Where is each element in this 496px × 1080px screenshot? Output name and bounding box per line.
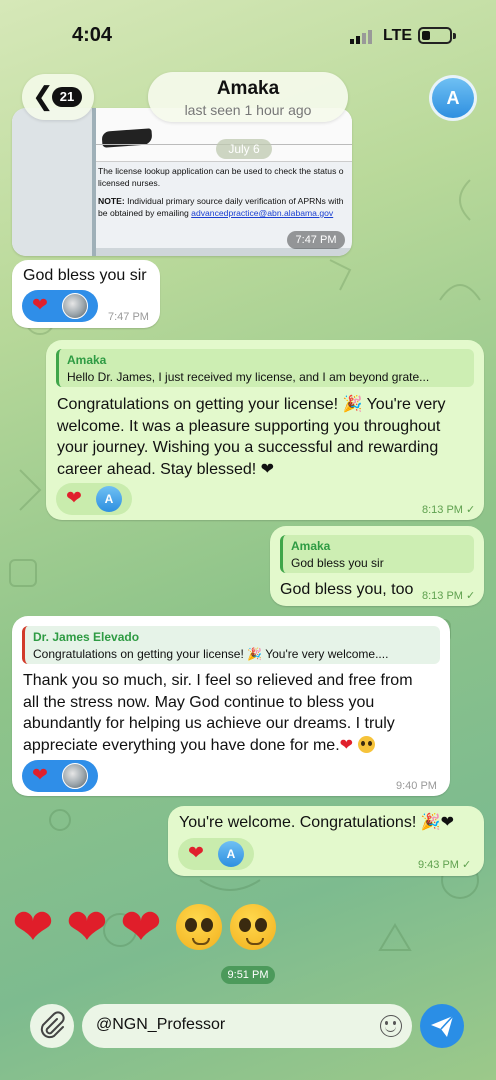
image-note-text2: be obtained by emailing <box>98 208 192 218</box>
date-chip: July 6 <box>216 139 272 159</box>
last-seen-status: last seen 1 hour ago <box>184 102 312 118</box>
reply-author: Amaka <box>291 539 331 553</box>
read-checkmark-icon: ✓ <box>461 859 472 871</box>
image-note-text: Individual primary source daily verifica… <box>124 196 344 206</box>
reply-snippet: God bless you sir <box>291 556 384 570</box>
attach-button[interactable] <box>30 1004 74 1048</box>
pleading-face-emoji <box>357 735 375 753</box>
back-button[interactable]: ❮ 21 <box>22 74 94 120</box>
battery-icon <box>418 27 452 44</box>
message-time: 8:13 PM ✓ <box>422 589 475 602</box>
battery-tip <box>453 33 456 39</box>
time-label: 8:13 PM <box>422 590 463 602</box>
network-type: LTE <box>383 27 413 44</box>
message-time: 9:40 PM <box>396 780 437 792</box>
image-scrollbar <box>96 248 352 256</box>
image-timestamp: 7:47 PM <box>287 231 345 249</box>
image-note-label: NOTE: <box>98 196 125 206</box>
message-line: Congratulations on getting your license!… <box>57 396 446 413</box>
reply-author: Dr. James Elevado <box>33 630 140 644</box>
unread-count-badge: 21 <box>52 87 82 107</box>
heart-emoji: ❤ <box>339 736 354 754</box>
message-line: all the stress now. May God continue to … <box>23 693 375 711</box>
outgoing-message[interactable]: Amaka God bless you sir God bless you, t… <box>270 526 484 606</box>
reactor-avatar <box>62 293 88 319</box>
sticker-icon[interactable] <box>380 1015 402 1037</box>
message-text: God bless you sir <box>23 267 147 284</box>
pleading-face-emoji <box>230 904 276 950</box>
reply-snippet: Hello Dr. James, I just received my lice… <box>67 370 430 384</box>
reply-snippet: Congratulations on getting your license!… <box>33 647 389 661</box>
incoming-message[interactable]: God bless you sir ❤ 7:47 PM <box>12 260 160 328</box>
heart-emoji: ❤ <box>120 899 162 955</box>
outgoing-message[interactable]: Amaka Hello Dr. James, I just received m… <box>46 340 484 520</box>
message-time: 8:13 PM ✓ <box>422 503 475 516</box>
clock: 4:04 <box>72 24 113 46</box>
time-label: 8:13 PM <box>422 504 463 516</box>
reactor-avatar: A <box>96 486 122 512</box>
send-button[interactable] <box>420 1004 464 1048</box>
cell-signal-icon <box>350 30 372 44</box>
message-line: welcome. It was a pleasure supporting yo… <box>57 417 441 435</box>
reaction-chip[interactable]: ❤ <box>22 290 98 322</box>
image-email-link: advancedpractice@abn.alabama.gov <box>191 208 334 218</box>
reactor-avatar: A <box>218 841 244 867</box>
message-input[interactable]: @NGN_Professor <box>82 1004 412 1048</box>
reaction-chip[interactable]: ❤ A <box>56 483 132 515</box>
message-text: You're welcome. Congratulations! 🎉❤ <box>179 814 455 831</box>
message-text: God bless you, too <box>280 581 414 598</box>
message-line: appreciate everything you have done for … <box>23 735 375 757</box>
image-text-line: licensed nurses. <box>98 178 161 188</box>
message-line-text: appreciate everything you have done for … <box>23 736 340 754</box>
message-line: abundantly for helping us achieve our dr… <box>23 715 395 732</box>
time-label: 9:43 PM <box>418 859 459 871</box>
image-note-line: NOTE: Individual primary source daily ve… <box>98 196 348 207</box>
send-icon <box>431 1015 454 1037</box>
incoming-message[interactable]: Dr. James Elevado Congratulations on get… <box>12 616 450 796</box>
pleading-face-emoji <box>176 904 222 950</box>
reply-quote[interactable]: Amaka Hello Dr. James, I just received m… <box>56 349 474 387</box>
message-time: 9:43 PM ✓ <box>418 858 471 871</box>
status-bar: 4:04 LTE <box>0 0 496 70</box>
heart-icon: ❤ <box>66 488 82 509</box>
image-sidebar <box>12 108 96 256</box>
message-line: career ahead. Stay blessed! ❤ <box>57 460 275 478</box>
heart-emoji: ❤ <box>12 899 54 955</box>
contact-avatar[interactable]: A <box>429 75 477 121</box>
chat-title[interactable]: Amaka last seen 1 hour ago <box>148 72 348 122</box>
reaction-chip[interactable]: ❤ <box>22 760 98 792</box>
heart-icon: ❤ <box>188 843 204 864</box>
read-checkmark-icon: ✓ <box>465 504 476 516</box>
chevron-left-icon: ❮ <box>32 81 54 111</box>
paperclip-icon <box>40 1011 65 1039</box>
outgoing-message[interactable]: You're welcome. Congratulations! 🎉❤ ❤ A … <box>168 806 484 876</box>
reply-author: Amaka <box>67 353 107 367</box>
heart-emoji: ❤ <box>66 899 108 955</box>
image-note-line: be obtained by emailing advancedpractice… <box>98 208 348 219</box>
heart-icon: ❤ <box>32 295 48 316</box>
image-text-line: The license lookup application can be us… <box>98 166 344 176</box>
reply-quote[interactable]: Dr. James Elevado Congratulations on get… <box>22 626 440 664</box>
reactor-avatar <box>62 763 88 789</box>
message-line: your journey. Wishing you a successful a… <box>57 439 439 456</box>
message-line: Thank you so much, sir. I feel so reliev… <box>23 672 413 689</box>
reaction-chip[interactable]: ❤ A <box>178 838 254 870</box>
contact-name: Amaka <box>216 78 280 99</box>
read-checkmark-icon: ✓ <box>465 590 476 602</box>
reply-quote[interactable]: Amaka God bless you sir <box>280 535 474 573</box>
message-time: 9:51 PM <box>221 966 275 984</box>
message-input-text: @NGN_Professor <box>96 1016 226 1033</box>
message-time: 7:47 PM <box>108 311 149 323</box>
heart-icon: ❤ <box>32 765 48 786</box>
